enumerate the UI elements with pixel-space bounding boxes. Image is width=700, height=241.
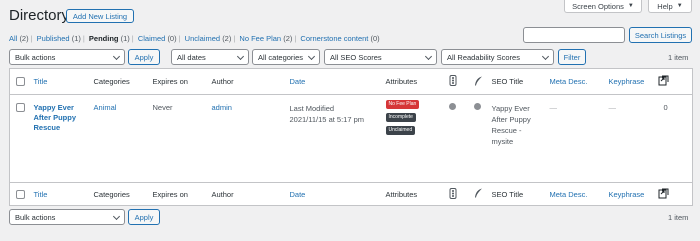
badge-no-fee-plan: No Fee Plan <box>385 100 420 109</box>
chevron-down-icon <box>112 52 121 61</box>
badge-incomplete: Incomplete <box>385 113 416 122</box>
view-claimed[interactable]: Claimed (0) <box>138 34 177 43</box>
column-categories: Categories <box>93 68 153 95</box>
seo-title-line: Rescue - <box>491 126 522 135</box>
row-keyphrase: — <box>608 103 617 112</box>
categories-value: All categories <box>258 52 304 62</box>
caret-down-icon: ▼ <box>676 3 683 9</box>
column-expires: Expires on <box>152 68 212 95</box>
column-keyphrase-footer[interactable]: Keyphrase <box>609 190 645 199</box>
seo-title-line: After Puppy <box>491 115 531 124</box>
column-author: Author <box>211 68 290 95</box>
bulk-actions-select-bottom[interactable]: Bulk actions <box>9 209 125 225</box>
filter-button[interactable]: Filter <box>558 49 586 65</box>
link-arrow-icon <box>658 75 668 86</box>
column-title-footer[interactable]: Title <box>34 190 48 199</box>
table-header-row: Title Categories Expires on Author Date … <box>9 68 693 95</box>
view-all[interactable]: All (2) <box>9 34 29 43</box>
column-attributes-footer: Attributes <box>385 182 449 206</box>
dates-select[interactable]: All dates <box>171 49 249 65</box>
caret-down-icon: ▼ <box>627 3 634 9</box>
column-meta-desc-footer[interactable]: Meta Desc. <box>550 190 588 199</box>
column-seo-title-footer: SEO Title <box>491 182 550 206</box>
readability-score-dot <box>448 103 456 110</box>
listings-table: Title Categories Expires on Author Date … <box>9 68 693 206</box>
page-title: Directory <box>9 7 70 24</box>
row-category-link[interactable]: Animal <box>94 103 117 112</box>
column-author-footer: Author <box>211 182 290 206</box>
chevron-down-icon <box>236 52 245 61</box>
row-expires: Never <box>152 103 173 112</box>
bulk-actions-value: Bulk actions <box>15 52 56 62</box>
status-views: All (2) | Published (1) | Pending (1) | Cla… <box>9 34 380 43</box>
search-input[interactable] <box>523 27 625 43</box>
select-all-checkbox-footer[interactable] <box>16 189 25 199</box>
seo-title-line: mysite <box>491 137 514 146</box>
row-author-link[interactable]: admin <box>212 103 232 112</box>
screen-options-label: Screen Options <box>572 1 624 11</box>
chevron-down-icon <box>424 52 433 61</box>
link-arrow-icon <box>658 188 668 198</box>
view-unclaimed[interactable]: Unclaimed (2) <box>185 34 232 43</box>
chevron-down-icon <box>307 52 316 61</box>
column-seo-title: SEO Title <box>491 68 550 95</box>
dates-value: All dates <box>177 52 206 62</box>
column-title[interactable]: Title <box>34 77 48 86</box>
screen-options-button[interactable]: Screen Options ▼ <box>564 0 642 13</box>
view-cornerstone[interactable]: Cornerstone content (0) <box>300 34 379 43</box>
column-expires-footer: Expires on <box>152 182 212 206</box>
help-button[interactable]: Help ▼ <box>648 0 692 13</box>
column-attributes: Attributes <box>385 68 449 95</box>
readability-select[interactable]: All Readability Scores <box>441 49 554 65</box>
chevron-down-icon <box>541 52 550 61</box>
categories-select[interactable]: All categories <box>252 49 320 65</box>
column-date-footer[interactable]: Date <box>290 190 306 199</box>
row-title-link[interactable]: Yappy Ever After Puppy Rescue <box>34 103 94 133</box>
add-new-listing-button[interactable]: Add New Listing <box>66 9 134 23</box>
traffic-light-icon <box>449 75 456 86</box>
row-title-line: Yappy Ever <box>33 103 74 112</box>
items-count: 1 item <box>668 53 689 62</box>
row-title-line: Rescue <box>33 123 61 132</box>
items-count-bottom: 1 item <box>668 213 689 222</box>
bulk-actions-value-bottom: Bulk actions <box>15 212 56 222</box>
search-listings-button[interactable]: Search Listings <box>629 27 692 43</box>
apply-button[interactable]: Apply <box>128 49 160 65</box>
row-title-line: After Puppy <box>33 113 77 122</box>
feather-icon <box>474 76 482 85</box>
seo-score-dot <box>473 103 481 110</box>
apply-button-bottom[interactable]: Apply <box>128 209 160 225</box>
seo-title-line: Yappy Ever <box>491 104 530 113</box>
readability-value: All Readability Scores <box>447 52 520 62</box>
column-meta-desc[interactable]: Meta Desc. <box>550 77 588 86</box>
traffic-light-icon <box>449 187 456 199</box>
badge-unclaimed: Unclaimed <box>385 126 416 135</box>
bulk-actions-select[interactable]: Bulk actions <box>9 49 125 65</box>
column-categories-footer: Categories <box>93 182 153 206</box>
seo-scores-value: All SEO Scores <box>330 52 382 62</box>
table-row: Yappy Ever After Puppy Rescue Animal Nev… <box>10 95 693 183</box>
row-checkbox[interactable] <box>16 103 25 112</box>
column-date[interactable]: Date <box>290 77 306 86</box>
view-pending[interactable]: Pending (1) <box>89 34 130 43</box>
table-footer-row: Title Categories Expires on Author Date … <box>9 182 693 206</box>
chevron-down-icon <box>112 212 121 221</box>
row-meta-desc: — <box>549 103 558 112</box>
feather-icon <box>474 188 482 198</box>
seo-scores-select[interactable]: All SEO Scores <box>324 49 437 65</box>
column-keyphrase[interactable]: Keyphrase <box>609 77 645 86</box>
help-label: Help <box>657 1 673 11</box>
view-published[interactable]: Published (1) <box>37 34 81 43</box>
select-all-checkbox[interactable] <box>16 77 25 86</box>
row-date-status: Last Modified <box>289 104 335 113</box>
row-date-value: 2021/11/15 at 5:17 pm <box>289 115 365 124</box>
view-no-fee-plan[interactable]: No Fee Plan (2) <box>239 34 292 43</box>
row-links-count: 0 <box>663 103 668 112</box>
